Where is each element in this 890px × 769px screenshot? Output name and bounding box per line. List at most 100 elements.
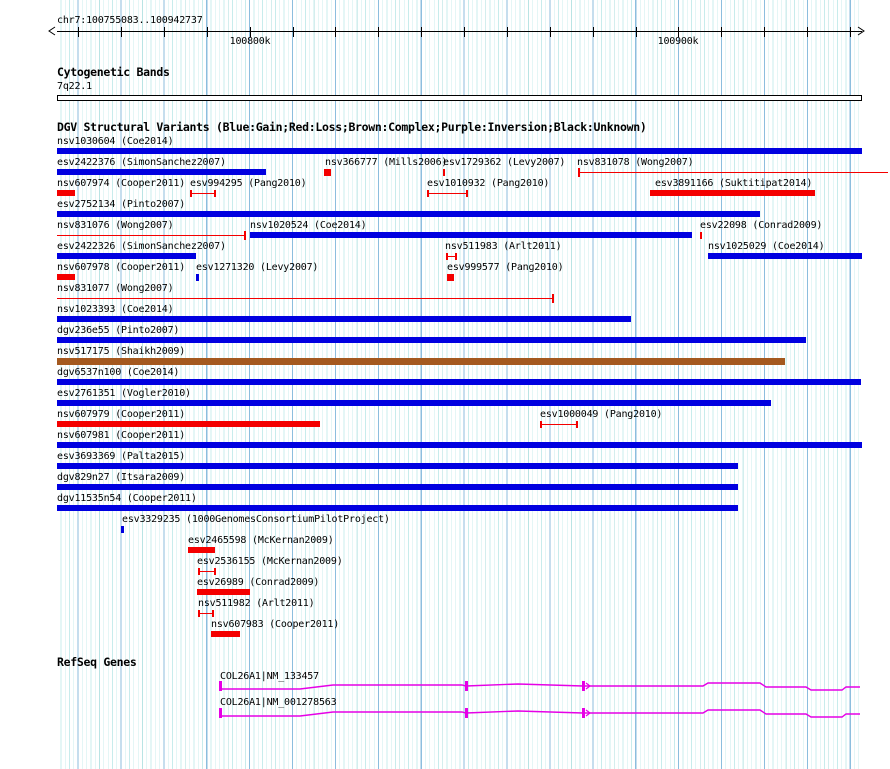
variant-bar[interactable] <box>57 505 738 511</box>
variant-label[interactable]: nsv366777 (Mills2006) <box>325 157 447 168</box>
variant-label[interactable]: esv994295 (Pang2010) <box>190 178 307 189</box>
variant-range-line[interactable] <box>198 613 213 614</box>
variant-tick[interactable] <box>700 232 702 239</box>
variant-range-end <box>198 568 200 575</box>
variant-bar[interactable] <box>57 253 196 259</box>
variant-label[interactable]: esv22098 (Conrad2009) <box>700 220 822 231</box>
cytoband-name: 7q22.1 <box>57 81 92 92</box>
variant-label[interactable]: dgv6537n100 (Coe2014) <box>57 367 179 378</box>
variant-label[interactable]: esv26989 (Conrad2009) <box>197 577 319 588</box>
ruler-axis <box>57 31 862 32</box>
variant-label[interactable]: nsv517175 (Shaikh2009) <box>57 346 185 357</box>
variant-label[interactable]: nsv511982 (Arlt2011) <box>198 598 315 609</box>
variant-bar[interactable] <box>57 442 862 448</box>
ruler-tick <box>378 27 379 37</box>
variant-label[interactable]: nsv1020524 (Coe2014) <box>250 220 367 231</box>
variant-label[interactable]: esv3329235 (1000GenomesConsortiumPilotPr… <box>122 514 390 525</box>
variant-label[interactable]: nsv607981 (Cooper2011) <box>57 430 185 441</box>
variant-label[interactable]: nsv511983 (Arlt2011) <box>445 241 562 252</box>
variant-range-line[interactable] <box>427 193 467 194</box>
ruler-tick <box>335 27 336 37</box>
variant-range-end <box>190 190 192 197</box>
variant-bar[interactable] <box>650 190 815 196</box>
variant-bar[interactable] <box>188 547 215 553</box>
variant-range-line[interactable] <box>578 172 888 173</box>
variant-label[interactable]: nsv1023393 (Coe2014) <box>57 304 174 315</box>
ruler-tick <box>721 27 722 37</box>
ruler-left-arrow-icon <box>48 26 56 36</box>
variant-label[interactable]: esv1271320 (Levy2007) <box>196 262 318 273</box>
ruler-tick-label: 100900k <box>657 36 699 47</box>
ruler-tick <box>121 27 122 37</box>
variant-label[interactable]: esv2465598 (McKernan2009) <box>188 535 334 546</box>
variant-bar[interactable] <box>708 253 862 259</box>
variant-bar[interactable] <box>57 379 861 385</box>
variant-bar[interactable] <box>57 190 75 196</box>
variant-bar[interactable] <box>57 337 806 343</box>
variant-label[interactable]: dgv11535n54 (Cooper2011) <box>57 493 197 504</box>
variant-tick[interactable] <box>121 526 124 533</box>
gene-label[interactable]: COL26A1|NM_133457 <box>220 671 319 682</box>
variant-label[interactable]: esv1010932 (Pang2010) <box>427 178 549 189</box>
variant-range-line[interactable] <box>198 571 215 572</box>
ruler-tick <box>207 27 208 37</box>
variant-label[interactable]: nsv831077 (Wong2007) <box>57 283 174 294</box>
variant-bar[interactable] <box>57 484 738 490</box>
cytogenetic-bands-title: Cytogenetic Bands <box>57 65 170 79</box>
variant-bar[interactable] <box>57 211 760 217</box>
ruler-tick <box>807 27 808 37</box>
variant-range-line[interactable] <box>57 298 553 299</box>
ruler-tick <box>78 27 79 37</box>
cytoband-track-box <box>57 95 862 101</box>
variant-label[interactable]: esv3693369 (Palta2015) <box>57 451 185 462</box>
genome-browser-panel: chr7:100755083..100942737 Cytogenetic Ba… <box>0 0 890 769</box>
variant-square[interactable] <box>447 274 454 281</box>
variant-label[interactable]: esv2536155 (McKernan2009) <box>197 556 343 567</box>
variant-range-line[interactable] <box>57 235 245 236</box>
variant-bar[interactable] <box>197 589 250 595</box>
refseq-track-title: RefSeq Genes <box>57 655 137 669</box>
variant-bar[interactable] <box>57 169 266 175</box>
variant-tick[interactable] <box>443 169 445 176</box>
ruler-tick-label: 100800k <box>229 36 271 47</box>
variant-label[interactable]: nsv831076 (Wong2007) <box>57 220 174 231</box>
variant-bar[interactable] <box>57 358 785 365</box>
ruler-tick <box>850 27 851 37</box>
variant-label[interactable]: esv1000049 (Pang2010) <box>540 409 662 420</box>
variant-bar[interactable] <box>57 463 738 469</box>
variant-label[interactable]: nsv607978 (Cooper2011) <box>57 262 185 273</box>
ruler-tick <box>550 27 551 37</box>
variant-label[interactable]: nsv831078 (Wong2007) <box>577 157 694 168</box>
variant-label[interactable]: esv2422376 (SimonSanchez2007) <box>57 157 226 168</box>
variant-bar[interactable] <box>57 316 631 322</box>
gene-label[interactable]: COL26A1|NM_001278563 <box>220 697 337 708</box>
variant-bar[interactable] <box>211 631 240 637</box>
variant-square[interactable] <box>324 169 331 176</box>
variant-label[interactable]: nsv607979 (Cooper2011) <box>57 409 185 420</box>
variant-label[interactable]: esv2752134 (Pinto2007) <box>57 199 185 210</box>
variant-label[interactable]: nsv1025029 (Coe2014) <box>708 241 825 252</box>
variant-range-end <box>576 421 578 428</box>
variant-label[interactable]: dgv829n27 (Itsara2009) <box>57 472 185 483</box>
variant-tick[interactable] <box>196 274 199 281</box>
variant-label[interactable]: nsv607983 (Cooper2011) <box>211 619 339 630</box>
variant-label[interactable]: esv2761351 (Vogler2010) <box>57 388 191 399</box>
variant-label[interactable]: esv999577 (Pang2010) <box>447 262 564 273</box>
variant-label[interactable]: dgv236e55 (Pinto2007) <box>57 325 179 336</box>
variant-range-end <box>540 421 542 428</box>
variant-label[interactable]: nsv1030604 (Coe2014) <box>57 136 174 147</box>
variant-range-end <box>552 294 554 303</box>
variant-bar[interactable] <box>250 232 692 238</box>
variant-bar[interactable] <box>57 421 320 427</box>
variant-range-line[interactable] <box>540 424 577 425</box>
variant-bar[interactable] <box>57 274 75 280</box>
variant-label[interactable]: esv3891166 (Suktitipat2014) <box>655 178 812 189</box>
variant-range-end <box>446 253 448 260</box>
variant-label[interactable]: nsv607974 (Cooper2011) <box>57 178 185 189</box>
variant-bar[interactable] <box>57 148 862 154</box>
ruler-tick <box>636 27 637 37</box>
variant-bar[interactable] <box>57 400 771 406</box>
variant-range-line[interactable] <box>190 193 215 194</box>
variant-label[interactable]: esv1729362 (Levy2007) <box>443 157 565 168</box>
variant-label[interactable]: esv2422326 (SimonSanchez2007) <box>57 241 226 252</box>
